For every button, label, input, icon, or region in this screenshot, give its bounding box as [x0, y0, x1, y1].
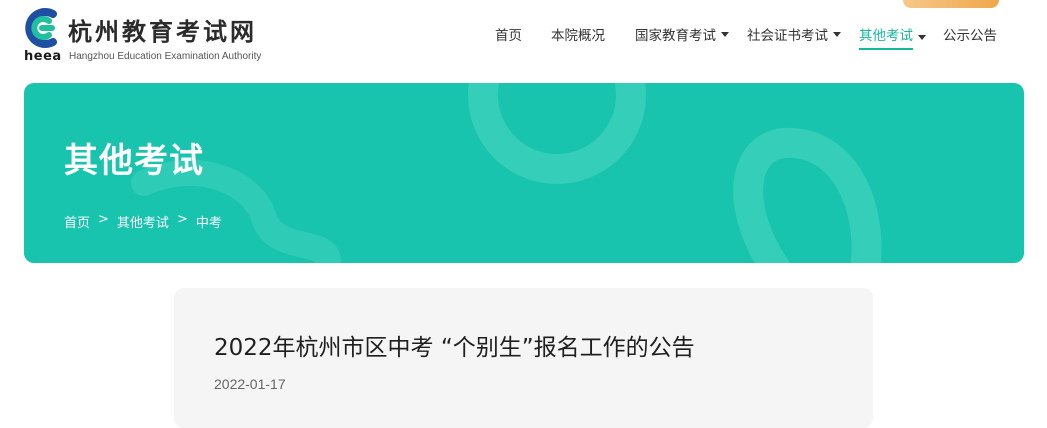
breadcrumb-item-zhongkao[interactable]: 中考	[196, 212, 222, 231]
nav-item-label: 其他考试	[859, 24, 913, 50]
page-banner: 其他考试 首页 > 其他考试 > 中考	[24, 83, 1024, 263]
site-logo[interactable]: heea 杭州教育考试网 Hangzhou Education Examinat…	[22, 6, 292, 66]
article-card: 2022年杭州市区中考 “个别生”报名工作的公告 2022-01-17	[174, 288, 873, 428]
breadcrumb-separator: >	[98, 212, 109, 227]
caret-down-icon	[918, 35, 926, 40]
nav-item-label: 本院概况	[551, 28, 605, 44]
logo-title: 杭州教育考试网	[68, 18, 257, 46]
article-title: 2022年杭州市区中考 “个别生”报名工作的公告	[214, 335, 695, 361]
nav-item-announcements[interactable]: 公示公告	[943, 24, 997, 52]
logo-subtitle: Hangzhou Education Examination Authority	[69, 51, 262, 62]
nav-item-label: 首页	[495, 28, 522, 44]
site-header: heea 杭州教育考试网 Hangzhou Education Examinat…	[0, 0, 1047, 72]
breadcrumb-item-home[interactable]: 首页	[64, 212, 90, 231]
top-accent-tab[interactable]	[903, 0, 999, 8]
breadcrumb: 首页 > 其他考试 > 中考	[64, 212, 222, 231]
page-title: 其他考试	[64, 141, 204, 181]
nav-item-label: 公示公告	[943, 28, 997, 44]
nav-item-about[interactable]: 本院概况	[551, 24, 605, 52]
heea-logo-icon	[25, 8, 57, 48]
caret-down-icon	[721, 32, 729, 37]
nav-item-label: 国家教育考试	[635, 28, 716, 44]
nav-item-home[interactable]: 首页	[495, 24, 522, 52]
breadcrumb-separator: >	[176, 212, 188, 227]
caret-down-icon	[833, 32, 841, 37]
logo-abbreviation: heea	[24, 49, 62, 64]
nav-item-national-exams[interactable]: 国家教育考试	[635, 24, 729, 52]
article-date: 2022-01-17	[214, 376, 286, 392]
nav-item-label: 社会证书考试	[747, 28, 828, 44]
nav-item-certificate-exams[interactable]: 社会证书考试	[747, 24, 841, 52]
breadcrumb-item-other-exams[interactable]: 其他考试	[117, 212, 169, 231]
nav-item-other-exams[interactable]: 其他考试	[859, 24, 926, 58]
